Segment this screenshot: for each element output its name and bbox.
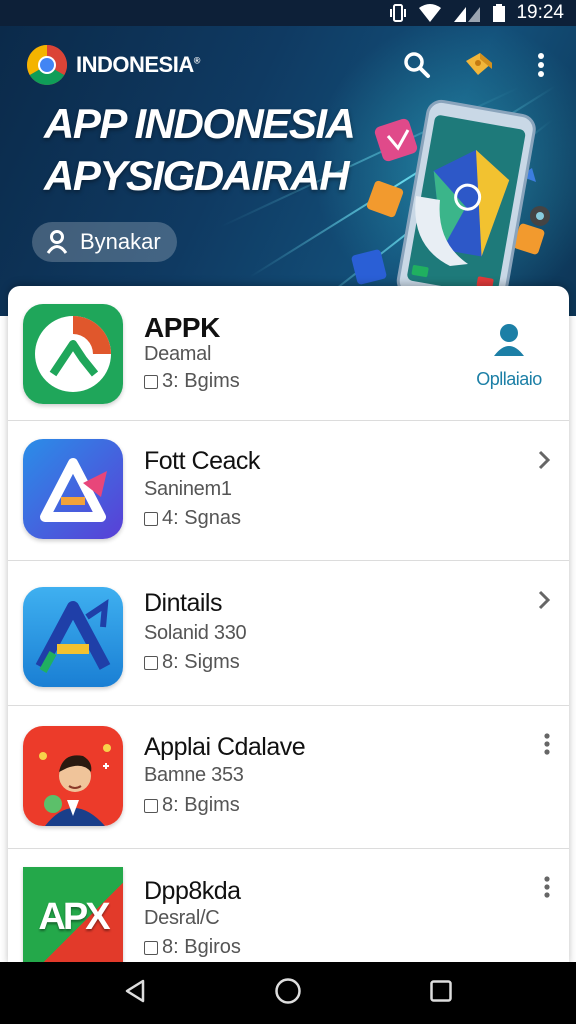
- open-app-button[interactable]: Opllaiaio: [469, 322, 549, 390]
- list-item[interactable]: APX Dpp8kda Desral/C 8: Bgiros: [8, 849, 569, 966]
- brand[interactable]: INDONESIA®: [26, 44, 200, 86]
- back-icon[interactable]: [123, 978, 147, 1009]
- app-icon-dpp8kda: APX: [23, 867, 123, 966]
- app-meta: 3: Bgims: [144, 370, 240, 393]
- recents-icon[interactable]: [429, 979, 453, 1008]
- app-subtitle: Saninem1: [144, 478, 232, 500]
- app-title: APPK: [144, 312, 220, 343]
- app-icon-dintails: [23, 587, 123, 687]
- list-item[interactable]: Dintails Solanid 330 8: Sigms: [8, 561, 569, 706]
- app-subtitle: Bamne 353: [144, 764, 244, 786]
- app-icon-applai-cdalave: [23, 726, 123, 826]
- person-icon: [494, 324, 524, 356]
- app-subtitle: Deamal: [144, 343, 212, 365]
- app-meta: 8: Bgims: [144, 794, 240, 817]
- app-list: APPK Deamal 3: Bgims Opllaiaio Fott Ceac…: [8, 286, 569, 966]
- app-icon-fott-ceack: [23, 439, 123, 539]
- app-meta: 8: Sigms: [144, 651, 240, 674]
- chevron-right-icon[interactable]: [537, 449, 551, 476]
- status-bar: 19:24: [0, 0, 576, 26]
- app-icon-appk: [23, 304, 123, 404]
- account-chip[interactable]: Bynakar: [32, 222, 177, 262]
- app-title: Applai Cdalave: [144, 733, 306, 761]
- hero-title: APP INDONESIA APYSIGDAIRAH: [44, 100, 356, 199]
- clock-time: 19:24: [516, 2, 564, 23]
- app-icon-text: APX: [38, 895, 110, 938]
- system-nav-bar: [0, 962, 576, 1024]
- app-title: Dintails: [144, 589, 222, 617]
- home-icon[interactable]: [274, 977, 302, 1010]
- chip-label: Bynakar: [80, 229, 161, 254]
- hero-phone-illustration: [351, 99, 550, 311]
- wifi-icon: [418, 3, 442, 23]
- app-title: Fott Ceack: [144, 447, 260, 475]
- list-item[interactable]: Fott Ceack Saninem1 4: Sgnas: [8, 421, 569, 561]
- vibrate-icon: [388, 3, 408, 23]
- open-app-label: Opllaiaio: [476, 369, 542, 389]
- app-title: Dpp8kda: [144, 877, 241, 905]
- more-vert-icon[interactable]: [543, 732, 551, 761]
- chevron-right-icon[interactable]: [537, 589, 551, 616]
- battery-icon: [492, 3, 506, 23]
- app-subtitle: Desral/C: [144, 907, 220, 929]
- app-meta: 4: Sgnas: [144, 507, 241, 530]
- app-header: INDONESIA® APP INDONESIA APYSIGDAIRAH By…: [0, 26, 576, 316]
- signal-icon: [452, 3, 482, 23]
- list-item[interactable]: Applai Cdalave Bamne 353 8: Bgims: [8, 706, 569, 849]
- app-meta: 8: Bgiros: [144, 936, 241, 959]
- browser-logo-icon: [27, 45, 67, 85]
- more-vert-icon[interactable]: [543, 875, 551, 904]
- app-subtitle: Solanid 330: [144, 622, 247, 644]
- list-item[interactable]: APPK Deamal 3: Bgims Opllaiaio: [8, 286, 569, 421]
- brand-name: INDONESIA®: [76, 52, 200, 77]
- person-icon: [46, 230, 68, 254]
